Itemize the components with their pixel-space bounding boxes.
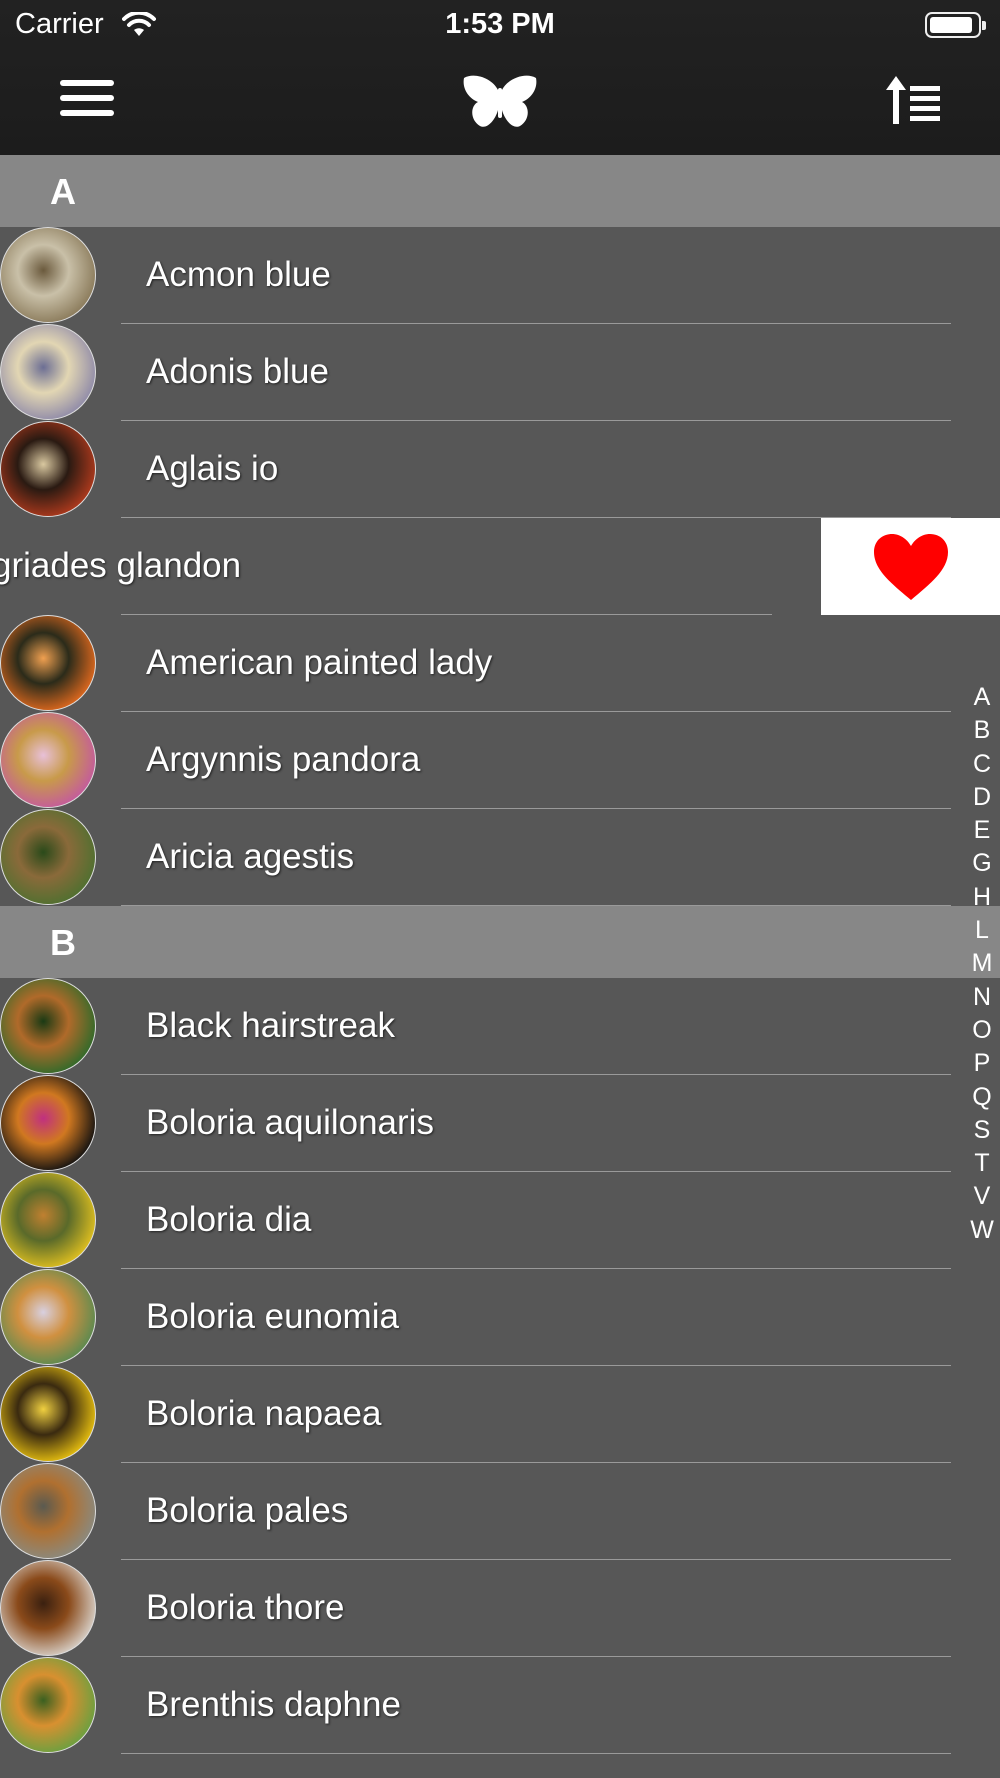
index-letter-m[interactable]: M — [964, 947, 1000, 980]
list-item[interactable]: Boloria pales — [0, 1463, 1000, 1560]
list-item[interactable]: Boloria dia — [0, 1172, 1000, 1269]
list-item[interactable]: Acmon blue — [0, 227, 1000, 324]
index-letter-n[interactable]: N — [964, 981, 1000, 1014]
species-name: Aricia agestis — [146, 837, 355, 876]
index-letter-e[interactable]: E — [964, 814, 1000, 847]
species-thumbnail — [0, 1075, 96, 1171]
index-letter-p[interactable]: P — [964, 1047, 1000, 1080]
list-item[interactable]: Aglais io — [0, 421, 1000, 518]
index-letter-s[interactable]: S — [964, 1114, 1000, 1147]
species-thumbnail — [0, 1172, 96, 1268]
index-letter-a[interactable]: A — [964, 681, 1000, 714]
species-name: Acmon blue — [146, 255, 331, 294]
index-letter-q[interactable]: Q — [964, 1081, 1000, 1114]
heart-icon — [873, 533, 948, 600]
species-name: American painted lady — [146, 643, 493, 682]
list-item[interactable]: Argynnis pandora — [0, 712, 1000, 809]
index-letter-v[interactable]: V — [964, 1180, 1000, 1213]
species-thumbnail — [0, 1269, 96, 1365]
row-separator — [121, 1753, 951, 1754]
species-name: griades glandon — [0, 546, 242, 585]
index-letter-t[interactable]: T — [964, 1147, 1000, 1180]
list-item[interactable]: Brenthis daphne — [0, 1657, 1000, 1754]
index-letter-c[interactable]: C — [964, 748, 1000, 781]
species-list[interactable]: A Acmon blue Adonis blue Aglais io griades g… — [0, 155, 1000, 1754]
list-item[interactable]: Boloria napaea — [0, 1366, 1000, 1463]
list-item[interactable]: Black hairstreak — [0, 978, 1000, 1075]
index-letter-b[interactable]: B — [964, 714, 1000, 747]
species-name: Boloria pales — [146, 1491, 349, 1530]
index-letter-o[interactable]: O — [964, 1014, 1000, 1047]
species-thumbnail — [0, 978, 96, 1074]
list-item[interactable]: Aricia agestis — [0, 809, 1000, 906]
list-item[interactable]: Boloria thore — [0, 1560, 1000, 1657]
clock: 1:53 PM — [445, 8, 555, 40]
species-name: Brenthis daphne — [146, 1685, 401, 1724]
list-item[interactable]: Boloria eunomia — [0, 1269, 1000, 1366]
species-thumbnail — [0, 712, 96, 808]
species-thumbnail — [0, 421, 96, 517]
index-letter-d[interactable]: D — [964, 781, 1000, 814]
index-letter-l[interactable]: L — [964, 914, 1000, 947]
species-thumbnail — [0, 324, 96, 420]
battery-icon — [925, 12, 986, 38]
species-thumbnail — [0, 809, 96, 905]
species-name: Boloria aquilonaris — [146, 1103, 434, 1142]
list-item[interactable]: Adonis blue — [0, 324, 1000, 421]
species-name: Boloria napaea — [146, 1394, 382, 1433]
species-name: Adonis blue — [146, 352, 329, 391]
species-name: Black hairstreak — [146, 1006, 395, 1045]
species-name: Boloria eunomia — [146, 1297, 399, 1336]
butterfly-icon — [463, 75, 537, 127]
index-letter-g[interactable]: G — [964, 847, 1000, 880]
list-item[interactable]: griades glandon — [0, 518, 1000, 615]
species-thumbnail — [0, 615, 96, 711]
index-letter-w[interactable]: W — [964, 1214, 1000, 1247]
species-name: Argynnis pandora — [146, 740, 421, 779]
hamburger-menu-icon — [60, 80, 114, 86]
section-header: B — [0, 906, 1000, 978]
species-name: Boloria thore — [146, 1588, 345, 1627]
species-name: Aglais io — [146, 449, 279, 488]
section-letter: A — [50, 171, 76, 212]
species-thumbnail — [0, 1560, 96, 1656]
species-thumbnail — [0, 1657, 96, 1753]
sort-ascending-icon[interactable] — [884, 74, 942, 126]
species-thumbnail — [0, 227, 96, 323]
species-thumbnail — [0, 1366, 96, 1462]
index-letter-h[interactable]: H — [964, 881, 1000, 914]
section-header: A — [0, 155, 1000, 227]
section-letter: B — [50, 922, 76, 963]
list-item[interactable]: American painted lady — [0, 615, 1000, 712]
top-bar: Carrier 1:53 PM — [0, 0, 1000, 156]
species-name: Boloria dia — [146, 1200, 312, 1239]
favorite-action-button[interactable] — [821, 518, 1000, 615]
section-index[interactable]: ABCDEGHLMNOPQSTVW — [964, 681, 1000, 1247]
species-thumbnail — [0, 1463, 96, 1559]
menu-button[interactable] — [60, 80, 114, 120]
list-item[interactable]: Boloria aquilonaris — [0, 1075, 1000, 1172]
